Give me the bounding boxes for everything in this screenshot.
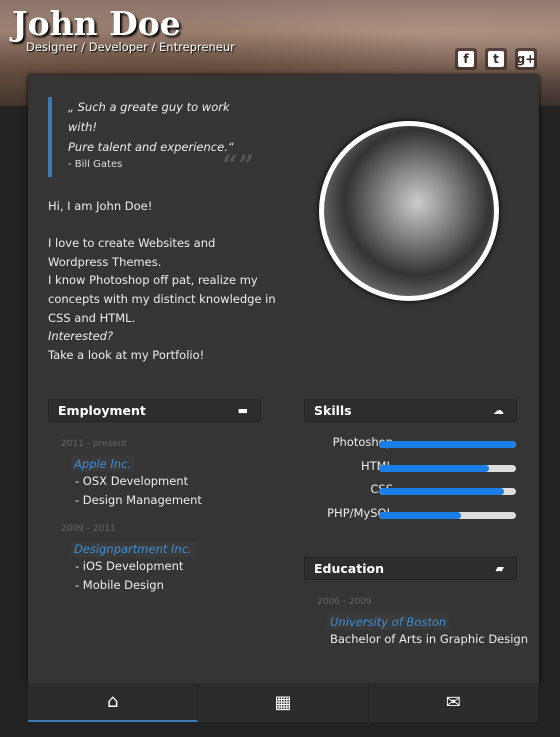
skill-row: Photoshop	[304, 435, 538, 460]
tagline: Designer / Developer / Entrepreneur	[26, 40, 235, 54]
skill-bar-fill	[379, 464, 489, 472]
skill-bar	[379, 464, 516, 472]
page-title: John Doe	[12, 4, 181, 43]
intro-line: Wordpress Themes.	[48, 254, 162, 269]
education-header: Education ▰	[304, 557, 517, 580]
skill-bar	[379, 511, 516, 519]
section-title: Employment	[58, 403, 146, 418]
employment-list: 2011 - present Apple Inc. - OSX Developm…	[61, 439, 202, 594]
skill-row: CSS	[304, 482, 538, 507]
mail-icon: ✉	[445, 692, 461, 713]
job-item: - OSX Development	[75, 474, 189, 488]
employment-header: Employment ▬	[48, 399, 261, 422]
twitter-icon: t	[488, 51, 504, 67]
degree: Bachelor of Arts in Graphic Design	[330, 632, 529, 646]
school-name: University of Boston	[327, 614, 450, 630]
avatar	[319, 121, 499, 301]
company-name: Designpartment Inc.	[71, 541, 195, 557]
intro-line: Take a look at my Portfolio!	[48, 347, 205, 362]
education-list: 2006 - 2009 University of Boston Bachelo…	[317, 597, 528, 649]
nav-home[interactable]: ⌂	[28, 683, 199, 722]
education-years: 2006 - 2009	[317, 597, 372, 607]
skill-bar-fill	[379, 511, 462, 519]
skill-bar-fill	[379, 488, 504, 495]
intro-text: Hi, I am John Doe! I love to create Webs…	[48, 197, 278, 364]
job-item: - Design Management	[75, 492, 202, 507]
section-title: Skills	[314, 403, 352, 418]
skill-bar-fill	[379, 441, 516, 448]
bottom-nav: ⌂ ▦ ✉	[28, 683, 539, 722]
twitter-button[interactable]: t	[485, 48, 507, 70]
quote-line: Pure talent and experience.“	[68, 140, 234, 154]
job-years: 2009 - 2011	[61, 524, 116, 534]
section-title: Education	[314, 561, 384, 576]
skill-row: PHP/MySQL	[304, 506, 538, 531]
intro-line: I love to create Websites and	[48, 236, 216, 251]
skill-row: HTML	[304, 459, 538, 484]
grid-icon: ▦	[274, 692, 292, 713]
google-plus-button[interactable]: g+	[515, 48, 537, 70]
job-item: - iOS Development	[75, 559, 184, 573]
intro-line: concepts with my distinct knowledge in	[48, 291, 276, 306]
job-item: - Mobile Design	[75, 577, 164, 592]
intro-line: CSS and HTML.	[48, 310, 136, 325]
job-years: 2011 - present	[61, 439, 128, 449]
book-icon: ▰	[495, 562, 504, 575]
facebook-button[interactable]: f	[455, 48, 477, 70]
briefcase-icon: ▬	[237, 404, 248, 417]
skill-bar	[379, 441, 516, 448]
quote-author: - Bill Gates	[68, 159, 123, 170]
cloud-icon: ☁	[493, 404, 504, 417]
testimonial-quote: „ Such a greate guy to work with! Pure t…	[48, 97, 254, 182]
home-icon: ⌂	[106, 691, 119, 712]
intro-line: Hi, I am John Doe!	[48, 199, 153, 213]
company-name: Apple Inc.	[71, 456, 135, 472]
nav-portfolio[interactable]: ▦	[198, 683, 369, 722]
facebook-icon: f	[458, 51, 474, 67]
quote-mark-icon: “”	[222, 149, 255, 182]
intro-line: Interested?	[48, 329, 114, 344]
profile-card: „ Such a greate guy to work with! Pure t…	[28, 75, 539, 683]
nav-contact[interactable]: ✉	[368, 683, 539, 722]
skill-bar	[379, 488, 516, 495]
skills-header: Skills ☁	[304, 399, 517, 422]
quote-line: „ Such a greate guy to work with!	[68, 100, 230, 134]
google-plus-icon: g+	[516, 51, 536, 67]
intro-line: I know Photoshop off pat, realize my	[48, 273, 258, 288]
